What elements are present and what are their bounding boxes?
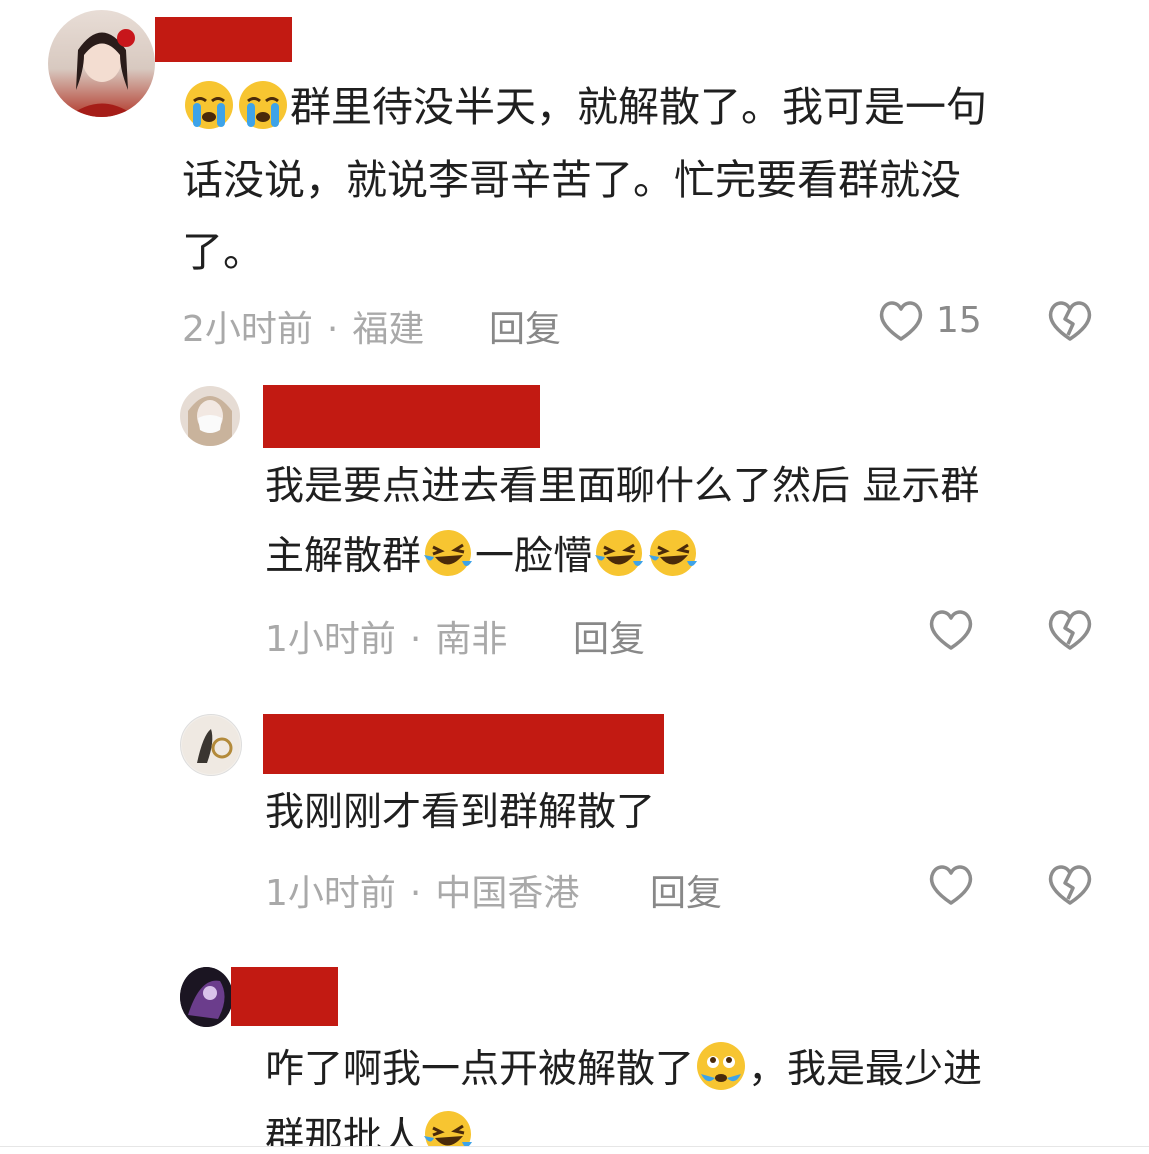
timestamp: 1小时前 <box>265 619 396 660</box>
comment-text: 咋了啊我一点开被解散了 ，我是最少进 <box>265 1035 982 1105</box>
broken-heart-icon[interactable] <box>1046 861 1094 907</box>
timestamp: 2小时前 <box>182 309 313 350</box>
meta-dot: · <box>409 619 422 660</box>
comment-line: 咋了啊我一点开被解散了 <box>265 1047 695 1092</box>
broken-heart-icon[interactable] <box>1046 297 1094 343</box>
meta-dot: · <box>409 873 422 914</box>
avatar[interactable] <box>180 967 233 1027</box>
location: 南非 <box>435 619 508 660</box>
laughing-tears-emoji <box>421 530 475 579</box>
comment-line: 主解散群 <box>265 534 422 579</box>
laughing-tears-emoji <box>421 1111 475 1146</box>
location: 中国香港 <box>435 873 580 914</box>
redacted-username <box>155 17 292 62</box>
comment-line: 一脸懵 <box>475 534 593 579</box>
reply-button[interactable]: 回复 <box>573 610 645 662</box>
heart-outline-icon[interactable] <box>877 297 925 343</box>
redacted-username <box>263 714 664 774</box>
reply-button[interactable]: 回复 <box>489 300 561 352</box>
comment-line: ，我是最少进 <box>748 1047 983 1092</box>
comment-meta: 1小时前 · 中国香港 <box>265 864 579 916</box>
heart-outline-icon[interactable] <box>927 861 975 907</box>
laughing-tears-emoji <box>592 530 646 579</box>
comment-line: 我是要点进去看里面聊什么了然后 显示群 <box>265 464 980 509</box>
reply-button[interactable]: 回复 <box>650 864 722 916</box>
comment-meta: 2小时前 · 福建 <box>182 300 424 352</box>
teary-eyes-emoji <box>694 1042 748 1092</box>
comment-line: 我刚刚才看到群解散了 <box>265 790 656 835</box>
comment-line: 群里待没半天，就解散了。我可是一句 <box>290 83 987 131</box>
meta-dot: · <box>326 309 339 350</box>
avatar[interactable] <box>180 386 240 446</box>
timestamp: 1小时前 <box>265 873 396 914</box>
avatar[interactable] <box>48 10 155 117</box>
heart-outline-icon[interactable] <box>927 606 975 652</box>
redacted-username <box>231 967 338 1026</box>
location: 福建 <box>352 309 425 350</box>
comment-text: 群那批人 <box>265 1103 475 1146</box>
comment-line: 话没说，就说李哥辛苦了。忙完要看群就没 <box>182 156 961 204</box>
comment-text: 群里待没半天，就解散了。我可是一句 <box>182 71 987 143</box>
redacted-username <box>263 385 540 448</box>
comment-text: 主解散群 一脸懵 <box>265 522 700 592</box>
crying-face-emoji <box>182 81 236 131</box>
like-count: 15 <box>936 300 982 341</box>
laughing-tears-emoji <box>646 530 700 579</box>
broken-heart-icon[interactable] <box>1046 606 1094 652</box>
comment-line: 群那批人 <box>265 1115 422 1146</box>
bottom-divider <box>0 1146 1149 1147</box>
comment-line: 了。 <box>182 228 264 276</box>
crying-face-emoji <box>236 81 290 131</box>
comment-meta: 1小时前 · 南非 <box>265 610 507 662</box>
avatar[interactable] <box>180 714 242 776</box>
